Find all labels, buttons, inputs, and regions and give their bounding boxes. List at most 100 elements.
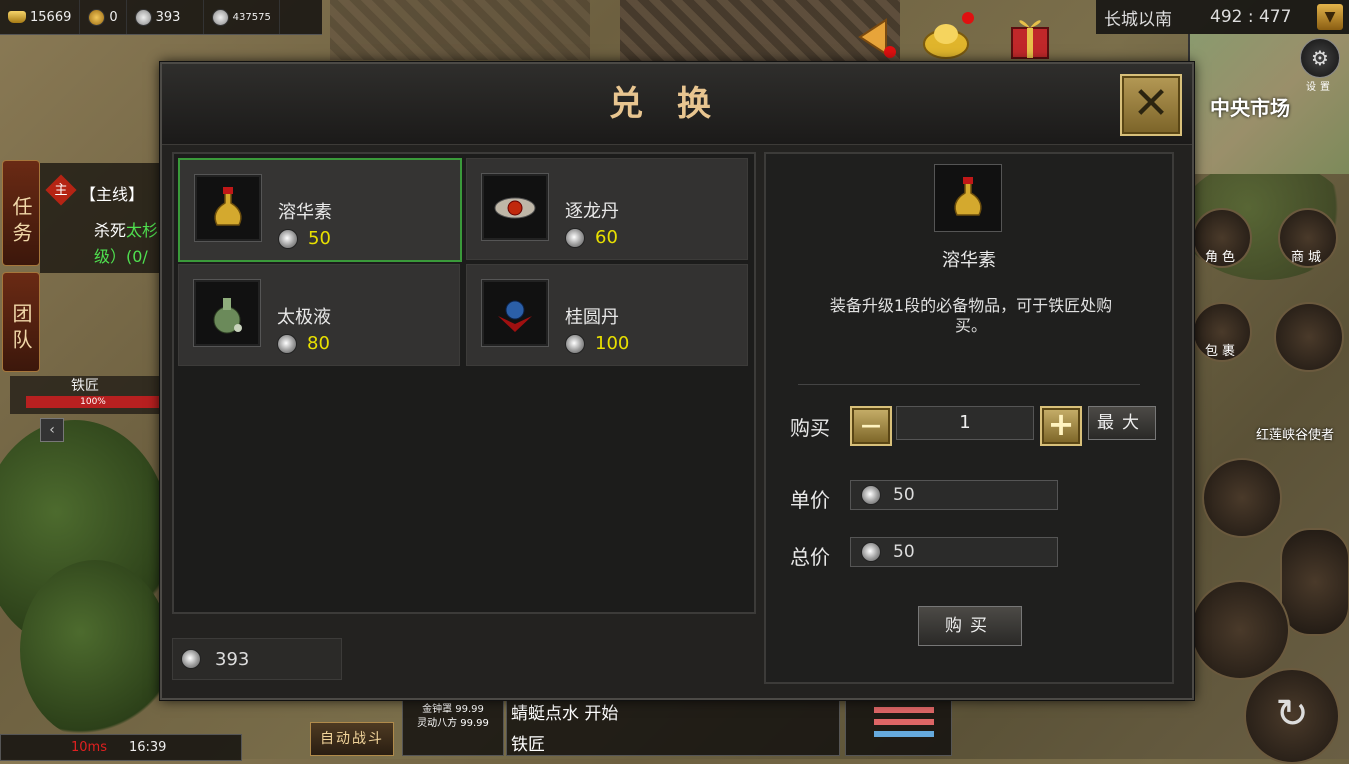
location-coords: 492 : 477 [1210, 7, 1292, 27]
silver-coin-icon [277, 333, 297, 354]
ingot-resource: 15669 [0, 0, 81, 34]
ingot-count: 15669 [30, 9, 72, 25]
quest-badge-text: 主 [54, 183, 68, 198]
detail-item-name: 溶华素 [942, 250, 996, 271]
npc-health-bar: 100% [26, 396, 160, 408]
gift-box-icon [1011, 20, 1049, 59]
bow-skill-button[interactable] [1202, 458, 1282, 538]
refresh-skill-button[interactable]: ↻ [1244, 668, 1340, 764]
quest-progress: 级）(0/ [94, 247, 148, 266]
chat-box[interactable]: 蜻蜓点水 开始 铁匠 [506, 696, 840, 756]
stat-bars [845, 696, 952, 756]
npc-target-name: 铁匠 [71, 378, 99, 394]
clock-text: 16:39 [128, 740, 167, 755]
exchange-dialog: 兑换 ✕ 溶华素 50 逐龙丹 60 太极液 80 桂圆丹 100 393 溶华… [160, 62, 1194, 700]
item-price: 60 [565, 227, 618, 248]
npc-name-label[interactable]: 红莲峡谷使者 [1256, 424, 1334, 443]
bag-button[interactable]: 包裹 [1192, 302, 1252, 362]
item-slot[interactable]: 溶华素 50 [178, 158, 462, 262]
buff-panel: 金钟罩 99.99 灵动八方 99.99 [402, 696, 504, 756]
quest-line1: 杀死 [94, 221, 127, 240]
rage-bar [874, 719, 934, 725]
decrease-button[interactable]: — [850, 406, 892, 446]
chat-line: 蜻蜓点水 开始 [511, 704, 619, 724]
unit-price-value: 50 [893, 485, 915, 505]
gear-icon: ⚙ [1300, 38, 1340, 78]
mp-bar [874, 731, 934, 737]
minimap-area-label: 中央市场 [1210, 96, 1290, 120]
chevron-down-icon[interactable]: ▼ [1317, 4, 1343, 30]
person-skill-button[interactable] [1280, 528, 1349, 636]
gift-button[interactable] [1002, 12, 1058, 62]
quest-type: 【主线】 [80, 185, 145, 204]
wallet-amount: 393 [215, 648, 250, 670]
quest-panel[interactable]: 主 【主线】 杀死太杉 级）(0/ [40, 163, 160, 273]
quest-target: 太杉 [126, 221, 159, 240]
gold-count: 0 [109, 9, 118, 25]
close-icon: ✕ [1132, 78, 1170, 129]
wallet-display: 393 [172, 638, 342, 680]
item-name: 桂圆丹 [565, 307, 619, 328]
item-price: 80 [277, 333, 330, 354]
total-price-label: 总价 [790, 545, 830, 569]
total-price-value: 50 [893, 542, 915, 562]
quantity-input[interactable]: 1 [896, 406, 1034, 440]
detail-description: 装备升级1段的必备物品，可于铁匠处购买。 [829, 296, 1113, 335]
status-bar: 10ms 16:39 [0, 734, 242, 761]
max-button[interactable]: 最大 [1088, 406, 1156, 440]
item-list: 溶华素 50 逐龙丹 60 太极液 80 桂圆丹 100 [172, 152, 756, 614]
unit-price-field: 50 [850, 480, 1058, 510]
potion-flask-icon [193, 279, 261, 347]
bag-label: 包裹 [1204, 344, 1239, 359]
increase-button[interactable]: + [1040, 406, 1082, 446]
silver-resource: 393 [127, 0, 204, 34]
dragon-pill-icon [481, 173, 549, 241]
bound-coin-icon [211, 8, 229, 26]
golden-vase-icon [934, 164, 1002, 232]
total-price-field: 50 [850, 537, 1058, 567]
item-price-value: 60 [595, 227, 618, 248]
item-price: 50 [278, 228, 331, 249]
quest-tab[interactable]: 任务 [2, 160, 40, 266]
role-button[interactable]: 角色 [1192, 208, 1252, 268]
chevron-left-icon[interactable]: ‹ [40, 418, 64, 442]
settings-label: 设置 [1306, 82, 1334, 93]
close-button[interactable]: ✕ [1120, 74, 1182, 136]
gold-resource: 0 [80, 0, 127, 34]
settings-button[interactable]: ⚙ 设置 [1298, 38, 1342, 93]
skill-toggle-button[interactable] [1274, 302, 1344, 372]
item-price: 100 [565, 333, 629, 354]
item-detail-panel: 溶华素 装备升级1段的必备物品，可于铁匠处购买。 购买 — 1 + 最大 单价 … [764, 152, 1174, 684]
item-name: 溶华素 [278, 202, 332, 223]
silver-coin-icon [565, 227, 585, 248]
location-bar: 长城以南 492 : 477 ▼ [1096, 0, 1349, 34]
auto-fight-button[interactable]: 自动战斗 [310, 722, 394, 756]
resource-bar: 15669 0 393 437575 [0, 0, 322, 35]
attack-button[interactable] [1190, 580, 1290, 680]
item-slot[interactable]: 逐龙丹 60 [466, 158, 748, 260]
bound-count: 437575 [232, 11, 271, 23]
team-tab[interactable]: 团队 [2, 272, 40, 372]
location-name: 长城以南 [1104, 9, 1172, 30]
treasure-button[interactable] [918, 12, 976, 62]
npc-target-bar: 铁匠 100% [10, 376, 160, 414]
item-slot[interactable]: 桂圆丹 100 [466, 264, 748, 366]
unit-price-label: 单价 [790, 488, 830, 512]
role-label: 角色 [1204, 250, 1239, 265]
silver-count: 393 [155, 9, 181, 25]
item-price-value: 100 [595, 333, 630, 354]
item-slot[interactable]: 太极液 80 [178, 264, 460, 366]
shop-label: 商城 [1290, 250, 1325, 265]
gold-ingot-icon [8, 11, 26, 23]
refresh-icon: ↻ [1275, 691, 1309, 737]
gold-coin-icon [88, 8, 106, 26]
item-name: 太极液 [277, 307, 331, 328]
purchase-button[interactable]: 购买 [918, 606, 1022, 646]
shop-button[interactable]: 商城 [1278, 208, 1338, 268]
buy-label: 购买 [790, 416, 830, 440]
minimap[interactable]: 中央市场 ⚙ 设置 [1188, 34, 1349, 174]
silver-coin-icon [134, 8, 152, 26]
collapse-arrow-button[interactable] [852, 14, 898, 60]
divider [798, 384, 1140, 385]
silver-coin-icon [565, 333, 585, 354]
